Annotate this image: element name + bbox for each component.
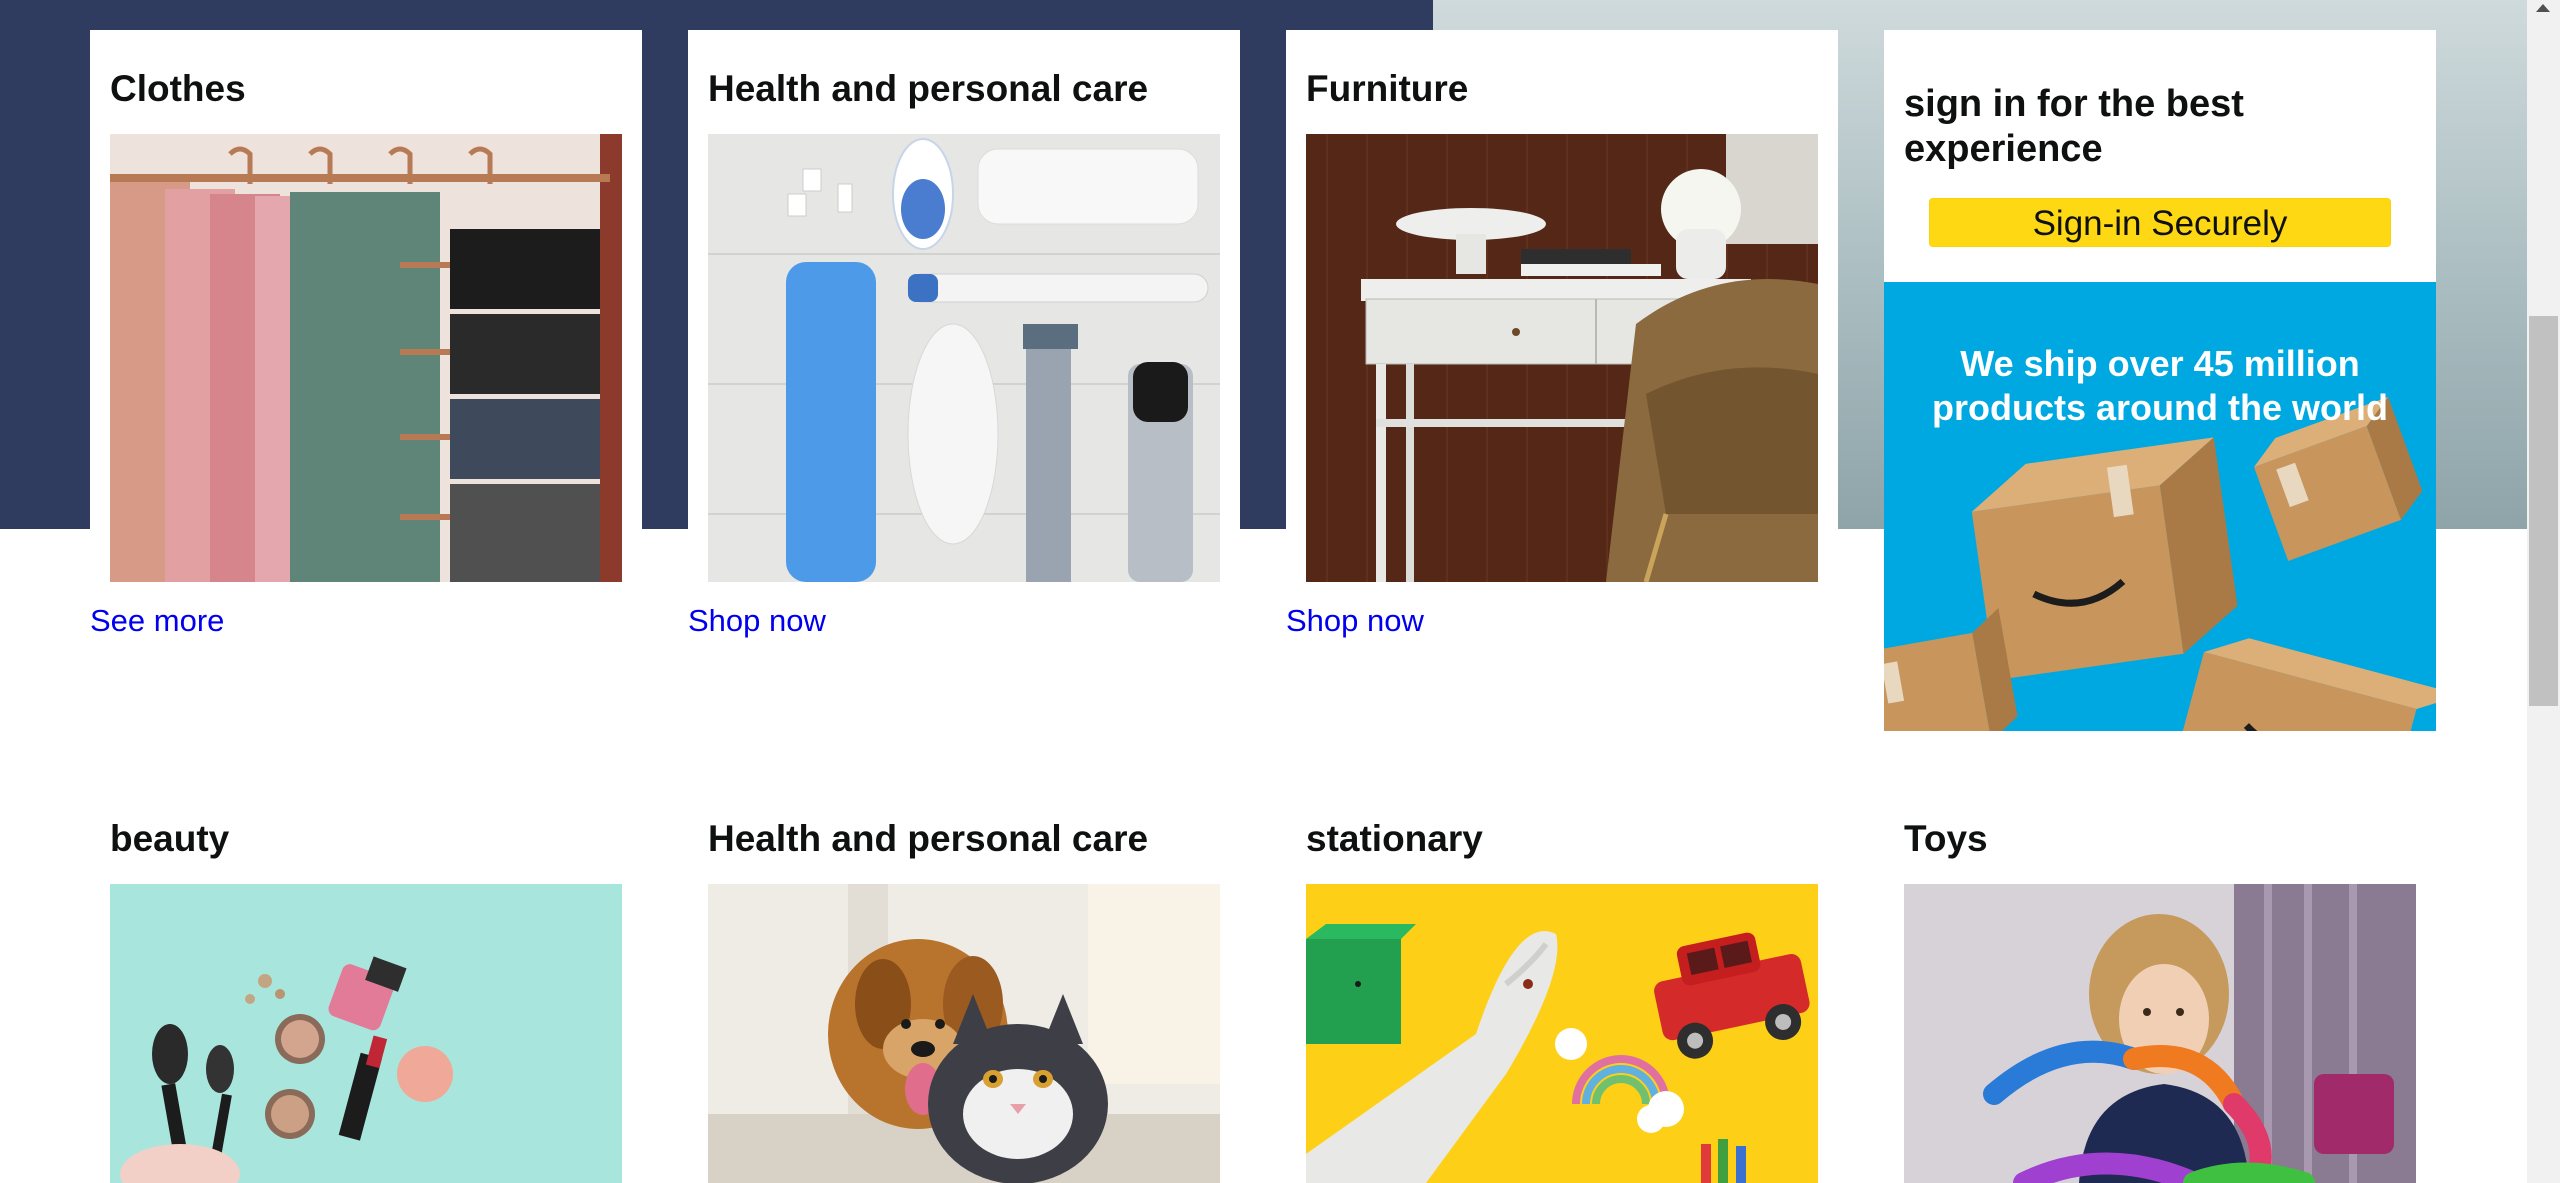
stationary-illustration (1306, 884, 1818, 1183)
category-card-pets: Health and personal care (688, 780, 1240, 1183)
card-title: beauty (110, 818, 230, 859)
category-card-furniture: Furniture (1286, 30, 1838, 582)
scrollbar-thumb[interactable] (2529, 316, 2558, 706)
category-card-health: Health and personal care (688, 30, 1240, 582)
toys-illustration (1904, 884, 2416, 1183)
signin-card: sign in for the best experience Sign-in … (1884, 30, 2436, 731)
card-title: Health and personal care (708, 818, 1149, 859)
card-title: stationary (1306, 818, 1483, 859)
shipping-banner-text: We ship over 45 million products around … (1932, 343, 2388, 428)
furniture-image[interactable] (1306, 134, 1818, 582)
beauty-image[interactable] (110, 884, 622, 1183)
furniture-illustration (1306, 134, 1818, 582)
pets-illustration (708, 884, 1220, 1183)
clothes-illustration (110, 134, 622, 582)
health-image[interactable] (708, 134, 1220, 582)
shop-now-link-health[interactable]: Shop now (688, 603, 826, 639)
stationary-image[interactable] (1306, 884, 1818, 1183)
see-more-link[interactable]: See more (90, 603, 224, 639)
clothes-image[interactable] (110, 134, 622, 582)
category-card-clothes: Clothes (90, 30, 642, 582)
category-card-toys: Toys (1884, 780, 2436, 1183)
signin-button[interactable]: Sign-in Securely (1929, 198, 2391, 247)
card-title: Health and personal care (708, 68, 1149, 109)
beauty-illustration (110, 884, 622, 1183)
category-card-beauty: beauty (90, 780, 642, 1183)
card-title: Clothes (110, 68, 246, 109)
shipping-banner[interactable]: We ship over 45 million products around … (1884, 282, 2436, 731)
scroll-up-arrow-icon[interactable] (2536, 4, 2550, 12)
pets-image[interactable] (708, 884, 1220, 1183)
card-title: Furniture (1306, 68, 1469, 109)
category-card-stationary: stationary (1286, 780, 1838, 1183)
signin-title: sign in for the best experience (1904, 83, 2244, 170)
card-title: Toys (1904, 818, 1988, 859)
shop-now-link-furniture[interactable]: Shop now (1286, 603, 1424, 639)
toys-image[interactable] (1904, 884, 2416, 1183)
health-illustration (708, 134, 1220, 582)
